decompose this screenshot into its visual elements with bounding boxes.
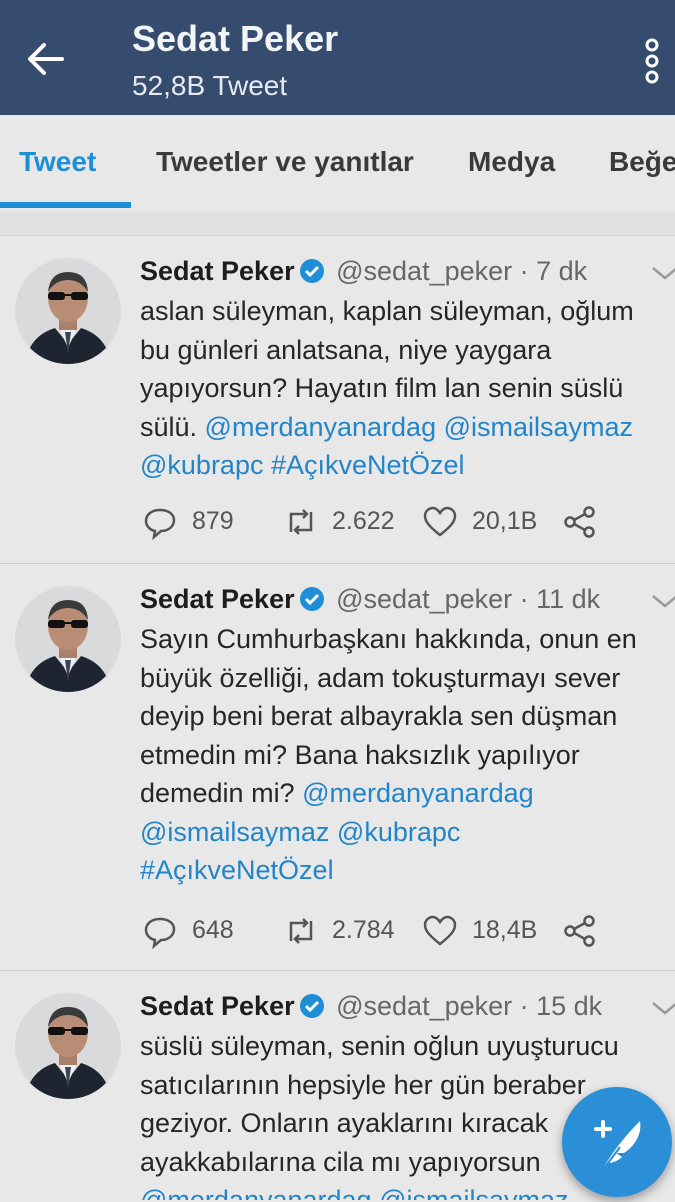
mention-link[interactable]: @merdanyanardag @ismailsaymaz	[140, 1185, 568, 1200]
tweet-text: aslan süleyman, kaplan süleyman, oğlum b…	[140, 296, 634, 480]
reply-icon[interactable]	[142, 504, 178, 540]
retweet-count: 2.784	[332, 916, 395, 944]
tab-tweet[interactable]: Tweet	[19, 146, 96, 178]
mention-link[interactable]: @kubrapc #AçıkveNetÖzel	[140, 450, 465, 480]
tweet-time: · 11 dk	[519, 584, 601, 614]
verified-badge-icon	[299, 994, 324, 1018]
active-tab-indicator	[0, 202, 131, 208]
tab-tweets-and-replies[interactable]: Tweetler ve yanıtlar	[156, 146, 414, 178]
back-arrow-icon[interactable]	[22, 36, 68, 82]
chevron-down-icon[interactable]	[650, 999, 675, 1019]
tweet-actions: 879 2.622 20,1B	[140, 504, 660, 544]
tweet-count: 52,8B Tweet	[132, 70, 288, 101]
author-name[interactable]: Sedat Peker	[140, 256, 295, 286]
tab-likes[interactable]: Beğe	[609, 146, 675, 178]
tweet-header: Sedat Peker @sedat_peker · 11 dk	[140, 584, 600, 615]
avatar-photo	[25, 272, 111, 364]
like-count: 20,1B	[472, 507, 538, 535]
like-count: 18,4B	[472, 916, 538, 944]
avatar-photo	[25, 600, 111, 692]
author-handle: @sedat_peker	[336, 991, 513, 1021]
verified-badge-icon	[299, 259, 324, 283]
author-name[interactable]: Sedat Peker	[140, 584, 295, 614]
chevron-down-icon[interactable]	[650, 592, 675, 612]
share-icon[interactable]	[562, 504, 598, 540]
app-bar: Sedat Peker 52,8B Tweet	[0, 0, 675, 115]
mention-link[interactable]: @merdanyanardag @ismailsaymaz	[205, 412, 633, 442]
profile-name-title: Sedat Peker	[132, 18, 339, 59]
tweet-actions: 648 2.784 18,4B	[140, 913, 660, 953]
reply-count: 648	[192, 916, 234, 944]
mention-link[interactable]: @merdanyanardag	[302, 778, 534, 808]
reply-count: 879	[192, 507, 234, 535]
like-icon[interactable]	[422, 913, 458, 949]
retweet-count: 2.622	[332, 507, 395, 535]
verified-badge-icon	[299, 587, 324, 611]
tweet-header: Sedat Peker @sedat_peker · 15 dk	[140, 991, 602, 1022]
avatar[interactable]	[15, 993, 121, 1099]
avatar[interactable]	[15, 258, 121, 364]
hashtag-link[interactable]: #AçıkveNetÖzel	[140, 855, 334, 885]
like-icon[interactable]	[422, 504, 458, 540]
compose-tweet-button[interactable]	[562, 1087, 672, 1197]
avatar-photo	[25, 1007, 111, 1099]
avatar[interactable]	[15, 586, 121, 692]
author-handle: @sedat_peker	[336, 584, 513, 614]
share-icon[interactable]	[562, 913, 598, 949]
tab-media[interactable]: Medya	[468, 146, 555, 178]
reply-icon[interactable]	[142, 913, 178, 949]
chevron-down-icon[interactable]	[650, 264, 675, 284]
compose-tweet-icon	[594, 1120, 641, 1172]
tweet-text: Sayın Cumhurbaşkanı hakkında, onun en bü…	[140, 624, 637, 885]
tweet-time: · 7 dk	[519, 256, 588, 286]
author-name[interactable]: Sedat Peker	[140, 991, 295, 1021]
tweet-item[interactable]: Sedat Peker @sedat_peker · 7 dk aslan sü…	[0, 236, 675, 564]
author-handle: @sedat_peker	[336, 256, 513, 286]
profile-tabs: Tweet Tweetler ve yanıtlar Medya Beğe	[0, 115, 675, 212]
tweet-time: · 15 dk	[519, 991, 603, 1021]
tweet-header: Sedat Peker @sedat_peker · 7 dk	[140, 256, 587, 287]
mention-link[interactable]: @ismailsaymaz @kubrapc	[140, 817, 460, 847]
retweet-icon[interactable]	[283, 504, 319, 540]
retweet-icon[interactable]	[283, 913, 319, 949]
tweet-item[interactable]: Sedat Peker @sedat_peker · 11 dk Sayın C…	[0, 564, 675, 971]
more-vert-icon[interactable]	[640, 38, 664, 84]
divider	[0, 211, 675, 236]
